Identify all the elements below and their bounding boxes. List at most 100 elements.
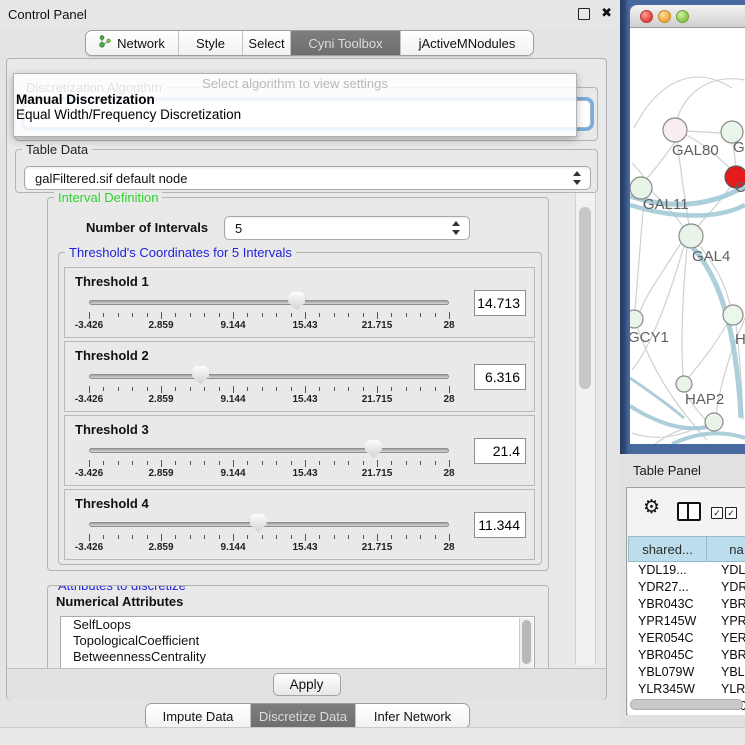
- threshold-value-field[interactable]: 14.713: [474, 290, 526, 316]
- attribute-item[interactable]: SelfLoops: [61, 617, 534, 633]
- tab-discretize-data[interactable]: Discretize Data: [251, 704, 356, 728]
- slider-tick: [103, 535, 104, 539]
- column-header-na[interactable]: na: [707, 536, 745, 562]
- app-root: Control Panel ✖ NetworkStyleSelectCyni T…: [0, 0, 745, 745]
- close-icon[interactable]: ✖: [601, 5, 612, 21]
- checkbox-icon[interactable]: ✓: [725, 507, 737, 519]
- table-cell: YER0: [707, 630, 745, 647]
- attribute-item[interactable]: TopologicalCoefficient: [61, 633, 534, 649]
- bottom-node[interactable]: [705, 413, 723, 431]
- slider-tick: [233, 534, 234, 541]
- apply-button[interactable]: Apply: [273, 673, 341, 696]
- slider-tick-label: 21.715: [362, 542, 393, 553]
- slider-tick: [291, 535, 292, 539]
- minimize-traffic-light-icon[interactable]: [658, 10, 671, 23]
- gear-icon[interactable]: ⚙: [643, 498, 660, 517]
- column-header-shared-[interactable]: shared...: [628, 536, 707, 562]
- numerical-attributes-label: Numerical Attributes: [56, 594, 183, 609]
- tab-jactivemnodules[interactable]: jActiveMNodules: [401, 31, 533, 55]
- num-intervals-spinner[interactable]: 5: [224, 216, 470, 240]
- slider-track[interactable]: [89, 448, 449, 453]
- slider-tick: [89, 312, 90, 319]
- slider-thumb[interactable]: [288, 292, 305, 310]
- network-canvas[interactable]: GAL80GACGAL11GAL4GCY1HHAP2: [630, 28, 745, 444]
- table-panel-box: ⚙ ✓ ✓ shared...naYDL19...YDL1YDR27...YDR…: [626, 487, 745, 715]
- GAL4-node[interactable]: [679, 224, 703, 248]
- spinner-arrows-icon: [452, 221, 460, 235]
- slider-tick: [147, 313, 148, 317]
- slider-tick-label: 2.859: [148, 468, 173, 479]
- column-chooser-icon[interactable]: [677, 502, 701, 521]
- table-row[interactable]: YDL19...YDL1: [628, 562, 745, 579]
- table-panel-header: Table Panel: [620, 454, 745, 485]
- node-table[interactable]: shared...naYDL19...YDL1YDR27...YDR2YBR04…: [628, 536, 745, 715]
- slider-tick-label: 21.715: [362, 468, 393, 479]
- table-cell: YDR27...: [628, 579, 707, 596]
- threshold-value-field[interactable]: 6.316: [474, 364, 526, 390]
- slider-tick: [391, 535, 392, 539]
- attribute-item[interactable]: BetweennessCentrality: [61, 649, 534, 665]
- slider-tick: [89, 460, 90, 467]
- tab-infer-network[interactable]: Infer Network: [356, 704, 469, 728]
- checkbox-icon[interactable]: ✓: [711, 507, 723, 519]
- tab-label: Cyni Toolbox: [308, 36, 382, 51]
- table-row[interactable]: YDR27...YDR2: [628, 579, 745, 596]
- tab-style[interactable]: Style: [179, 31, 243, 55]
- tab-select[interactable]: Select: [243, 31, 291, 55]
- tab-impute-data[interactable]: Impute Data: [146, 704, 251, 728]
- table-row[interactable]: YPR145WYPR1: [628, 613, 745, 630]
- threshold-value-field[interactable]: 21.4: [474, 438, 526, 464]
- table-data-select[interactable]: galFiltered.sif default node: [24, 166, 591, 190]
- node-label-hap2: HAP2: [685, 391, 724, 408]
- slider-tick: [377, 460, 378, 467]
- table-cell: YBR0: [707, 647, 745, 664]
- slider-thumb[interactable]: [192, 366, 209, 384]
- table-row[interactable]: YBL079WYBL0: [628, 664, 745, 681]
- slider-tick: [233, 386, 234, 393]
- tab-cyni-toolbox[interactable]: Cyni Toolbox: [291, 31, 401, 55]
- table-cell: YER054C: [628, 630, 707, 647]
- table-cell: YDR2: [707, 579, 745, 596]
- table-row[interactable]: YLR345WYLR3: [628, 681, 745, 698]
- algorithm-option-manual-discretization[interactable]: Manual Discretization: [14, 92, 576, 107]
- table-row[interactable]: YBR043CYBR0: [628, 596, 745, 613]
- slider-thumb[interactable]: [365, 440, 382, 458]
- slider-tick-label: 28: [443, 320, 454, 331]
- slider-tick: [161, 460, 162, 467]
- thresholds-group-title: Threshold's Coordinates for 5 Intervals: [65, 245, 296, 260]
- slider-track[interactable]: [89, 300, 449, 305]
- H-node[interactable]: [723, 305, 743, 325]
- GAL80-node[interactable]: [663, 118, 687, 142]
- panel-scrollbar-thumb[interactable]: [579, 207, 591, 389]
- threshold-value-field[interactable]: 11.344: [474, 512, 526, 538]
- table-horizontal-scrollbar[interactable]: [630, 699, 743, 710]
- slider-tick: [363, 313, 364, 317]
- table-row[interactable]: YBR045CYBR0: [628, 647, 745, 664]
- table-data-value: galFiltered.sif default node: [35, 171, 187, 186]
- threshold-label: Threshold 1: [75, 274, 149, 289]
- num-intervals-value: 5: [235, 221, 242, 236]
- table-row[interactable]: YER054CYER0: [628, 630, 745, 647]
- slider-tick: [190, 461, 191, 465]
- slider-track[interactable]: [89, 374, 449, 379]
- slider-tick: [449, 534, 450, 541]
- slider-thumb[interactable]: [250, 514, 267, 532]
- threshold-label: Threshold 4: [75, 496, 149, 511]
- algorithm-option-equal-width-frequency-discretization[interactable]: Equal Width/Frequency Discretization: [14, 107, 576, 122]
- slider-tick: [377, 534, 378, 541]
- zoom-traffic-light-icon[interactable]: [676, 10, 689, 23]
- float-window-icon[interactable]: [578, 8, 590, 20]
- slider-tick: [204, 535, 205, 539]
- slider-tick-label: 21.715: [362, 394, 393, 405]
- close-traffic-light-icon[interactable]: [640, 10, 653, 23]
- panel-vertical-scrollbar[interactable]: [575, 193, 596, 665]
- slider-tick: [118, 461, 119, 465]
- GCY1-node[interactable]: [630, 310, 643, 328]
- slider-track[interactable]: [89, 522, 449, 527]
- node-label-gal4: GAL4: [692, 248, 730, 265]
- HAP2-node[interactable]: [676, 376, 692, 392]
- network-window-titlebar[interactable]: [630, 5, 745, 28]
- node-label-h: H: [735, 331, 745, 348]
- tab-network[interactable]: Network: [86, 31, 179, 55]
- slider-tick: [420, 387, 421, 391]
